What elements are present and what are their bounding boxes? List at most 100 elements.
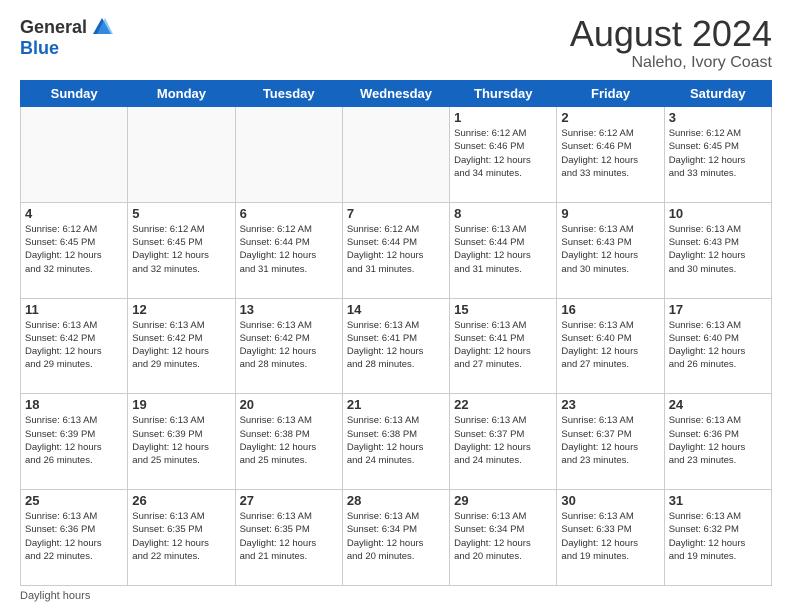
day-number: 25 <box>25 493 123 508</box>
day-number: 14 <box>347 302 445 317</box>
calendar-cell: 31 Sunrise: 6:13 AM Sunset: 6:32 PM Dayli… <box>664 490 771 586</box>
day-info: Sunrise: 6:13 AM Sunset: 6:44 PM Dayligh… <box>454 223 552 276</box>
footer: Daylight hours <box>20 590 772 602</box>
calendar-cell <box>342 107 449 203</box>
calendar-cell <box>128 107 235 203</box>
calendar-cell: 5Sunrise: 6:12 AM Sunset: 6:45 PM Daylig… <box>128 202 235 298</box>
day-number: 4 <box>25 206 123 221</box>
day-info: Sunrise: 6:13 AM Sunset: 6:43 PM Dayligh… <box>669 223 767 276</box>
day-info: Sunrise: 6:13 AM Sunset: 6:33 PM Dayligh… <box>561 510 659 563</box>
day-info: Sunrise: 6:13 AM Sunset: 6:35 PM Dayligh… <box>240 510 338 563</box>
day-info: Sunrise: 6:13 AM Sunset: 6:34 PM Dayligh… <box>347 510 445 563</box>
calendar-cell: 17Sunrise: 6:13 AM Sunset: 6:40 PM Dayli… <box>664 298 771 394</box>
logo-general: General <box>20 17 87 38</box>
day-number: 18 <box>25 397 123 412</box>
calendar-cell: 26Sunrise: 6:13 AM Sunset: 6:35 PM Dayli… <box>128 490 235 586</box>
calendar-cell <box>21 107 128 203</box>
day-info: Sunrise: 6:13 AM Sunset: 6:32 PM Dayligh… <box>669 510 767 563</box>
day-number: 7 <box>347 206 445 221</box>
calendar-cell: 15 Sunrise: 6:13 AM Sunset: 6:41 PM Dayli… <box>450 298 557 394</box>
calendar-cell: 8 Sunrise: 6:13 AM Sunset: 6:44 PM Daylig… <box>450 202 557 298</box>
day-info: Sunrise: 6:13 AM Sunset: 6:39 PM Dayligh… <box>132 414 230 467</box>
calendar-cell: 19 Sunrise: 6:13 AM Sunset: 6:39 PM Dayli… <box>128 394 235 490</box>
calendar-cell: 18 Sunrise: 6:13 AM Sunset: 6:39 PM Dayli… <box>21 394 128 490</box>
day-info: Sunrise: 6:13 AM Sunset: 6:36 PM Dayligh… <box>25 510 123 563</box>
location-subtitle: Naleho, Ivory Coast <box>570 54 772 72</box>
day-number: 12 <box>132 302 230 317</box>
day-number: 10 <box>669 206 767 221</box>
day-info: Sunrise: 6:13 AM Sunset: 6:37 PM Dayligh… <box>454 414 552 467</box>
logo-icon <box>91 16 113 38</box>
day-number: 9 <box>561 206 659 221</box>
calendar-cell: 24Sunrise: 6:13 AM Sunset: 6:36 PM Dayli… <box>664 394 771 490</box>
day-number: 19 <box>132 397 230 412</box>
calendar-cell: 7 Sunrise: 6:12 AM Sunset: 6:44 PM Daylig… <box>342 202 449 298</box>
calendar-cell: 12 Sunrise: 6:13 AM Sunset: 6:42 PM Dayli… <box>128 298 235 394</box>
day-info: Sunrise: 6:12 AM Sunset: 6:45 PM Dayligh… <box>25 223 123 276</box>
day-info: Sunrise: 6:13 AM Sunset: 6:38 PM Dayligh… <box>240 414 338 467</box>
calendar-cell: 23Sunrise: 6:13 AM Sunset: 6:37 PM Dayli… <box>557 394 664 490</box>
calendar-cell: 27 Sunrise: 6:13 AM Sunset: 6:35 PM Dayli… <box>235 490 342 586</box>
calendar-cell: 10 Sunrise: 6:13 AM Sunset: 6:43 PM Dayli… <box>664 202 771 298</box>
day-number: 11 <box>25 302 123 317</box>
day-info: Sunrise: 6:13 AM Sunset: 6:43 PM Dayligh… <box>561 223 659 276</box>
logo-blue: Blue <box>20 38 59 59</box>
col-header-friday: Friday <box>557 81 664 107</box>
day-number: 22 <box>454 397 552 412</box>
calendar-cell: 1 Sunrise: 6:12 AM Sunset: 6:46 PM Daylig… <box>450 107 557 203</box>
day-number: 13 <box>240 302 338 317</box>
day-info: Sunrise: 6:13 AM Sunset: 6:42 PM Dayligh… <box>240 319 338 372</box>
day-info: Sunrise: 6:13 AM Sunset: 6:41 PM Dayligh… <box>347 319 445 372</box>
day-number: 31 <box>669 493 767 508</box>
col-header-sunday: Sunday <box>21 81 128 107</box>
col-header-thursday: Thursday <box>450 81 557 107</box>
calendar-cell: 30 Sunrise: 6:13 AM Sunset: 6:33 PM Dayli… <box>557 490 664 586</box>
day-number: 26 <box>132 493 230 508</box>
day-number: 3 <box>669 110 767 125</box>
day-info: Sunrise: 6:13 AM Sunset: 6:42 PM Dayligh… <box>132 319 230 372</box>
day-info: Sunrise: 6:12 AM Sunset: 6:44 PM Dayligh… <box>240 223 338 276</box>
day-number: 15 <box>454 302 552 317</box>
day-number: 30 <box>561 493 659 508</box>
day-number: 6 <box>240 206 338 221</box>
day-info: Sunrise: 6:13 AM Sunset: 6:40 PM Dayligh… <box>561 319 659 372</box>
col-header-saturday: Saturday <box>664 81 771 107</box>
day-number: 27 <box>240 493 338 508</box>
day-number: 21 <box>347 397 445 412</box>
day-info: Sunrise: 6:12 AM Sunset: 6:46 PM Dayligh… <box>561 127 659 180</box>
calendar-cell: 16 Sunrise: 6:13 AM Sunset: 6:40 PM Dayli… <box>557 298 664 394</box>
page: General Blue August 2024 Naleho, Ivory C… <box>0 0 792 612</box>
day-number: 8 <box>454 206 552 221</box>
calendar-cell <box>235 107 342 203</box>
calendar-table: SundayMondayTuesdayWednesdayThursdayFrid… <box>20 80 772 586</box>
calendar-cell: 11 Sunrise: 6:13 AM Sunset: 6:42 PM Dayli… <box>21 298 128 394</box>
day-info: Sunrise: 6:13 AM Sunset: 6:39 PM Dayligh… <box>25 414 123 467</box>
day-info: Sunrise: 6:13 AM Sunset: 6:36 PM Dayligh… <box>669 414 767 467</box>
calendar-cell: 20Sunrise: 6:13 AM Sunset: 6:38 PM Dayli… <box>235 394 342 490</box>
day-info: Sunrise: 6:12 AM Sunset: 6:45 PM Dayligh… <box>669 127 767 180</box>
calendar-cell: 3 Sunrise: 6:12 AM Sunset: 6:45 PM Daylig… <box>664 107 771 203</box>
calendar-cell: 6 Sunrise: 6:12 AM Sunset: 6:44 PM Daylig… <box>235 202 342 298</box>
day-info: Sunrise: 6:13 AM Sunset: 6:42 PM Dayligh… <box>25 319 123 372</box>
calendar-cell: 25 Sunrise: 6:13 AM Sunset: 6:36 PM Dayli… <box>21 490 128 586</box>
day-info: Sunrise: 6:12 AM Sunset: 6:46 PM Dayligh… <box>454 127 552 180</box>
calendar-cell: 21Sunrise: 6:13 AM Sunset: 6:38 PM Dayli… <box>342 394 449 490</box>
day-number: 1 <box>454 110 552 125</box>
col-header-wednesday: Wednesday <box>342 81 449 107</box>
col-header-tuesday: Tuesday <box>235 81 342 107</box>
day-info: Sunrise: 6:13 AM Sunset: 6:41 PM Dayligh… <box>454 319 552 372</box>
calendar-cell: 29 Sunrise: 6:13 AM Sunset: 6:34 PM Dayli… <box>450 490 557 586</box>
day-info: Sunrise: 6:12 AM Sunset: 6:45 PM Dayligh… <box>132 223 230 276</box>
col-header-monday: Monday <box>128 81 235 107</box>
header: General Blue August 2024 Naleho, Ivory C… <box>20 16 772 72</box>
day-info: Sunrise: 6:12 AM Sunset: 6:44 PM Dayligh… <box>347 223 445 276</box>
calendar-cell: 22 Sunrise: 6:13 AM Sunset: 6:37 PM Dayli… <box>450 394 557 490</box>
day-number: 16 <box>561 302 659 317</box>
calendar-cell: 13 Sunrise: 6:13 AM Sunset: 6:42 PM Dayli… <box>235 298 342 394</box>
title-block: August 2024 Naleho, Ivory Coast <box>570 16 772 72</box>
day-number: 29 <box>454 493 552 508</box>
day-info: Sunrise: 6:13 AM Sunset: 6:34 PM Dayligh… <box>454 510 552 563</box>
day-number: 2 <box>561 110 659 125</box>
footer-label: Daylight hours <box>20 590 90 602</box>
calendar-cell: 9 Sunrise: 6:13 AM Sunset: 6:43 PM Daylig… <box>557 202 664 298</box>
